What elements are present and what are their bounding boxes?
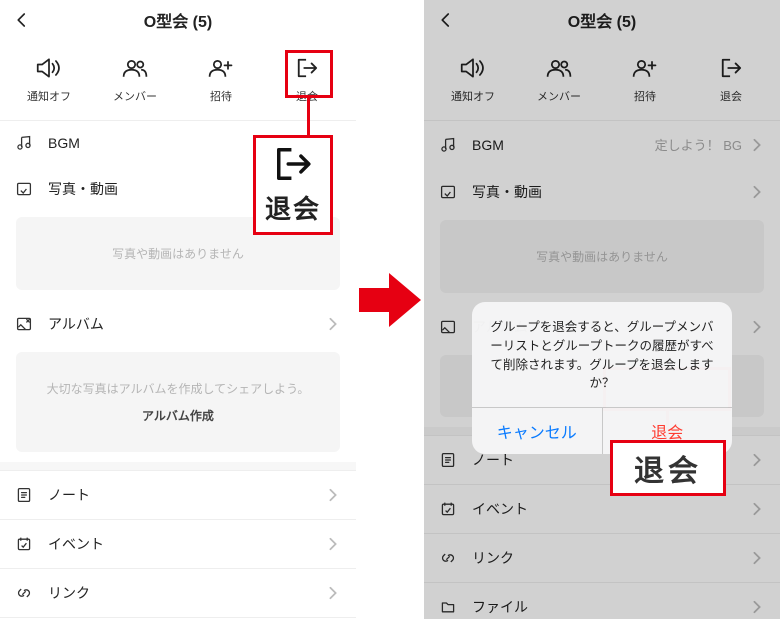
album-icon (16, 316, 38, 332)
members-icon (121, 54, 149, 82)
callout-big-label: 退会 (634, 446, 702, 490)
row-bgm[interactable]: BGM 定しよう！ BG (424, 121, 780, 168)
folder-icon (440, 599, 462, 615)
action-mute[interactable]: 通知オフ (9, 54, 89, 104)
page-title: O型会 (5) (432, 8, 772, 32)
photo-icon (16, 181, 38, 197)
row-files[interactable]: ファイル (424, 582, 780, 619)
chevron-right-icon (750, 138, 764, 152)
row-links[interactable]: リンク (424, 533, 780, 582)
confirm-dialog: グループを退会すると、グループメンバーリストとグループトークの履歴がすべて削除さ… (472, 302, 732, 454)
album-icon (440, 319, 462, 335)
chevron-right-icon (750, 502, 764, 516)
row-events[interactable]: イベント (424, 484, 780, 533)
chevron-right-icon (750, 453, 764, 467)
invite-icon (631, 54, 659, 82)
page-title: O型会 (5) (8, 8, 348, 32)
row-links-label: リンク (48, 583, 318, 603)
music-icon (440, 137, 462, 153)
leave-icon (272, 145, 314, 183)
link-icon (440, 550, 462, 566)
action-invite[interactable]: 招待 (605, 54, 685, 104)
calendar-icon (16, 536, 38, 552)
row-links-label: リンク (472, 548, 742, 568)
chevron-right-icon (750, 185, 764, 199)
row-album[interactable]: アルバム (0, 300, 356, 348)
music-icon (16, 135, 38, 151)
row-media-label: 写真・動画 (472, 182, 742, 202)
action-leave[interactable]: 退会 (691, 54, 771, 104)
media-placeholder: 写真や動画はありません (440, 220, 764, 293)
row-notes[interactable]: ノート (0, 470, 356, 519)
chevron-right-icon (326, 317, 340, 331)
callout-label: 退会 (265, 189, 321, 226)
row-album-label: アルバム (48, 314, 318, 334)
highlight-leave-button (285, 50, 333, 98)
action-members-label: メンバー (113, 88, 157, 104)
dialog-message: グループを退会すると、グループメンバーリストとグループトークの履歴がすべて削除さ… (472, 302, 732, 407)
chevron-right-icon (750, 551, 764, 565)
callout-leave-big: 退会 (610, 440, 726, 496)
action-row: 通知オフ メンバー 招待 退会 (424, 40, 780, 121)
row-events[interactable]: イベント (0, 519, 356, 568)
action-mute-label: 通知オフ (451, 88, 495, 104)
action-invite-label: 招待 (210, 88, 232, 104)
action-members[interactable]: メンバー (519, 54, 599, 104)
chevron-right-icon (750, 320, 764, 334)
speaker-icon (460, 54, 486, 82)
row-bgm-label: BGM (472, 137, 655, 153)
leave-icon (719, 54, 743, 82)
action-mute[interactable]: 通知オフ (433, 54, 513, 104)
album-placeholder-text: 大切な写真はアルバムを作成してシェアしよう。 (47, 382, 310, 396)
members-icon (545, 54, 573, 82)
link-icon (16, 585, 38, 601)
invite-icon (207, 54, 235, 82)
action-members-label: メンバー (537, 88, 581, 104)
speaker-icon (36, 54, 62, 82)
highlight-connector (307, 98, 310, 136)
chevron-right-icon (750, 600, 764, 614)
notes-icon (440, 452, 462, 468)
row-links[interactable]: リンク (0, 568, 356, 617)
screen-after: O型会 (5) 通知オフ メンバー 招待 退会 (424, 0, 780, 619)
photo-icon (440, 184, 462, 200)
album-placeholder[interactable]: 大切な写真はアルバムを作成してシェアしよう。 アルバム作成 (16, 352, 340, 452)
transition-arrow (356, 0, 424, 619)
row-files-label: ファイル (472, 597, 742, 617)
action-mute-label: 通知オフ (27, 88, 71, 104)
callout-leave: 退会 (253, 135, 333, 235)
dialog-cancel-button[interactable]: キャンセル (472, 408, 603, 454)
action-invite-label: 招待 (634, 88, 656, 104)
notes-icon (16, 487, 38, 503)
row-media[interactable]: 写真・動画 (424, 168, 780, 216)
action-invite[interactable]: 招待 (181, 54, 261, 104)
row-events-label: イベント (48, 534, 318, 554)
chevron-right-icon (326, 586, 340, 600)
row-events-label: イベント (472, 499, 742, 519)
action-members[interactable]: メンバー (95, 54, 175, 104)
header: O型会 (5) (0, 0, 356, 40)
header: O型会 (5) (424, 0, 780, 40)
row-notes-label: ノート (48, 485, 318, 505)
chevron-right-icon (326, 537, 340, 551)
row-bgm-right: 定しよう！ BG (655, 135, 742, 154)
screen-before: O型会 (5) 通知オフ メンバー 招待 退会 (0, 0, 356, 619)
album-create-cta[interactable]: アルバム作成 (28, 407, 328, 424)
chevron-right-icon (326, 488, 340, 502)
action-leave-label: 退会 (720, 88, 742, 104)
calendar-icon (440, 501, 462, 517)
